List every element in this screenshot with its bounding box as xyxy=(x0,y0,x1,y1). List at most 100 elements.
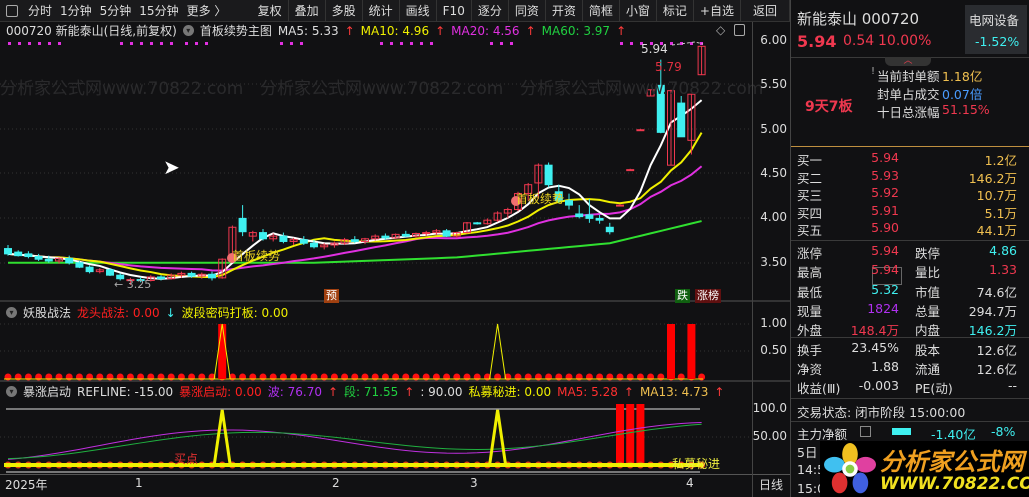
dropdown-icon[interactable]: ▾ xyxy=(6,307,17,318)
bid-price: 5.92 xyxy=(871,185,899,201)
bid-volume: 146.2万 xyxy=(968,170,1017,186)
marker-dot xyxy=(380,42,383,45)
price-tick: 5.00 xyxy=(760,121,787,136)
candle-body xyxy=(585,214,594,219)
stat-label: 最高 xyxy=(797,265,823,281)
stat-label: PE(动) xyxy=(915,381,953,396)
stat-value: 5.94 xyxy=(871,243,899,258)
stat-label: 市值 xyxy=(915,284,941,300)
bid-volume: 5.1万 xyxy=(984,205,1017,221)
candle-body xyxy=(187,272,196,277)
stat-value: 1824 xyxy=(867,300,899,316)
candle-body xyxy=(616,204,624,207)
bid-price: 5.90 xyxy=(871,220,899,236)
bid-label: 买五 xyxy=(797,223,823,239)
stat-value: -- xyxy=(1007,378,1017,393)
sub2-l4: : 90.00 xyxy=(420,384,463,399)
sector-box[interactable]: 电网设备 -1.52% xyxy=(965,5,1027,54)
candle-body xyxy=(310,242,318,248)
candle-body xyxy=(24,253,33,258)
stat-label: 流通 xyxy=(915,362,941,377)
price-change: 0.54 xyxy=(843,33,875,49)
bid-label: 买一 xyxy=(797,153,823,168)
logo-url: WWW.70822.COM xyxy=(880,474,1029,494)
candle-body xyxy=(350,239,359,242)
stat-label: 净资 xyxy=(797,362,823,377)
watermark: 分析家公式网www.70822.com xyxy=(520,79,764,99)
time-month: 1 xyxy=(135,476,143,490)
sub2-l6: MA5: 5.28 xyxy=(557,384,618,399)
private-label: 私募秘进 xyxy=(672,457,721,471)
high-label: 5.94 xyxy=(641,42,668,56)
marker-dot xyxy=(28,42,31,45)
marker-dot xyxy=(195,42,198,45)
candle-body xyxy=(677,102,686,138)
indicator-tick: 100.0 xyxy=(752,401,787,415)
candle-body xyxy=(75,262,84,268)
bid-label: 买三 xyxy=(797,188,823,204)
flow-bar xyxy=(892,428,911,435)
candle-body xyxy=(605,226,614,233)
indicator-tick: 1.00 xyxy=(760,316,787,330)
stat-label: 涨停 xyxy=(797,246,823,261)
marker-dot xyxy=(420,42,423,45)
sub2-l2: 波: 76.70 xyxy=(267,385,322,399)
signal-label: 首板续势 xyxy=(232,249,281,263)
sub2-refline: REFLINE: -15.00 xyxy=(77,384,174,399)
up-arrow-icon: ↑ xyxy=(623,384,634,399)
candle-body xyxy=(626,169,635,172)
candle-body xyxy=(85,266,94,273)
stat-value: 12.6亿 xyxy=(976,343,1017,358)
candle-body xyxy=(595,217,604,221)
stat-value: 5.32 xyxy=(871,281,899,297)
candle-body xyxy=(442,230,451,237)
marker-dot xyxy=(205,42,208,45)
price-change-pct: 10.00% xyxy=(878,33,932,49)
sector-pct: -1.52% xyxy=(975,34,1020,49)
high2-label: 5.79 xyxy=(655,60,682,74)
list-icon[interactable] xyxy=(860,426,871,437)
period-label[interactable]: 日线 xyxy=(752,474,790,497)
bid-volume: 1.2亿 xyxy=(984,153,1017,168)
collapse-icon[interactable]: ︿ xyxy=(885,57,931,66)
sub2-legend: ▾ 暴涨启动 REFLINE: -15.00 暴涨启动: 0.00 波: 76.… xyxy=(6,383,724,400)
time-month: 3 xyxy=(470,476,478,490)
last-price: 5.94 xyxy=(797,32,837,51)
marker-dot xyxy=(160,42,163,45)
candle-body xyxy=(238,217,247,233)
stat-value: 74.6亿 xyxy=(976,284,1017,300)
bid-price: 5.94 xyxy=(871,150,899,165)
candle-body xyxy=(279,235,288,242)
stat-label: 现量 xyxy=(797,303,823,319)
marker-dot xyxy=(185,42,188,45)
stat-value: 4.86 xyxy=(989,243,1017,258)
high-pointer xyxy=(671,41,704,46)
marker-dot xyxy=(510,42,513,45)
sub2-name[interactable]: 暴涨启动 xyxy=(23,383,71,400)
price-tick: 5.50 xyxy=(760,77,787,92)
info-label: 封单占成交 xyxy=(877,87,940,102)
dropdown-icon[interactable]: ▾ xyxy=(6,386,17,397)
drop-tag: 跌 xyxy=(675,289,690,303)
signal-bar xyxy=(626,404,635,466)
sub1-legend: ▾ 妖股战法 龙头战法: 0.00 ↓ 波段密码打板: 0.00 xyxy=(6,304,288,321)
pre-tag: 预 xyxy=(324,289,339,303)
buy-label: 买点 xyxy=(174,452,199,466)
segment-line xyxy=(7,423,702,460)
candle-body xyxy=(381,235,390,239)
candle-body xyxy=(401,233,410,237)
price-tick: 4.50 xyxy=(760,166,787,181)
sub2-l5: 私募秘进: 0.00 xyxy=(468,385,552,399)
signal-bar xyxy=(636,404,645,466)
stat-value: 23.45% xyxy=(851,340,899,355)
sub1-name[interactable]: 妖股战法 xyxy=(23,304,71,321)
sub1-l2: 波段密码打板: 0.00 xyxy=(181,306,289,320)
watermark: 分析家公式网www.70822.com xyxy=(260,79,504,99)
candle-body xyxy=(299,239,308,244)
candle-body xyxy=(473,222,482,225)
sub2-l3: 段: 71.55 xyxy=(344,385,399,399)
bid-label: 买二 xyxy=(797,170,823,186)
price-axis: 6.00 5.50 5.00 4.50 4.00 3.50 1.00 0.50 100.0 50.… xyxy=(752,22,790,474)
marker-dot xyxy=(140,42,143,45)
candle-body xyxy=(4,248,12,255)
